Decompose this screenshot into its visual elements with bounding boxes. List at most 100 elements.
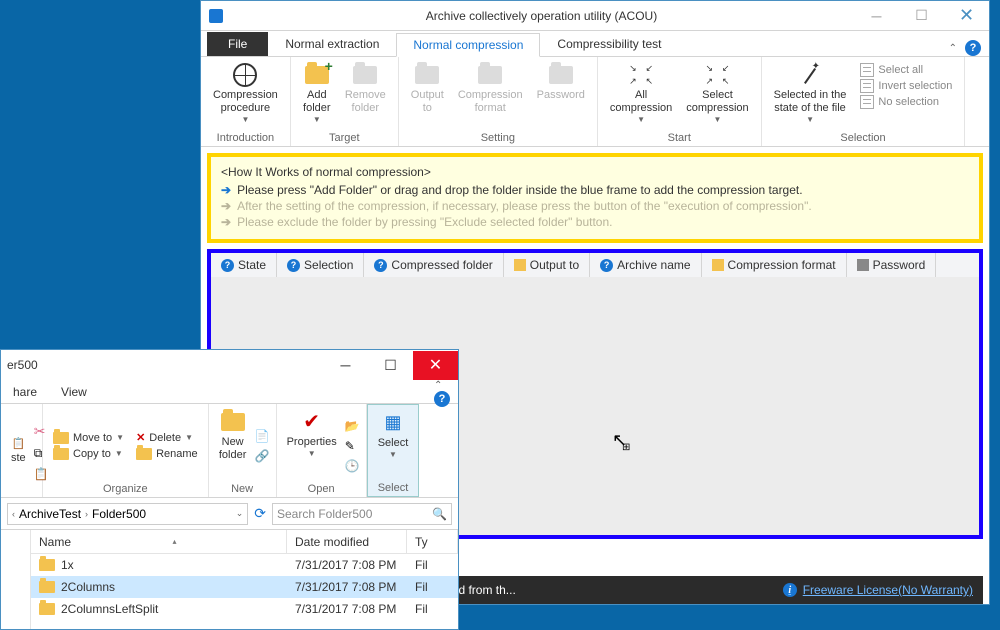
chevron-down-icon: ▼ bbox=[313, 115, 321, 125]
sort-asc-icon: ▴ bbox=[173, 537, 177, 546]
select-all-button[interactable]: Select all bbox=[860, 63, 952, 77]
maximize-button[interactable]: ☐ bbox=[368, 351, 413, 380]
list-icon bbox=[860, 63, 874, 77]
ribbon-group-organize: Organize bbox=[49, 483, 202, 495]
move-to-button[interactable]: Move to▼ bbox=[49, 431, 128, 445]
search-input[interactable]: Search Folder500 🔍 bbox=[272, 503, 452, 525]
tab-normal-compression[interactable]: Normal compression bbox=[396, 33, 540, 57]
acou-ribbon: Compression procedure ▼ Introduction Add… bbox=[201, 57, 989, 147]
maximize-button[interactable]: ☐ bbox=[899, 2, 944, 30]
chevron-down-icon: ▼ bbox=[714, 115, 722, 125]
col-output-to[interactable]: Output to bbox=[504, 253, 590, 277]
ribbon-group-introduction: Introduction bbox=[209, 130, 282, 144]
add-folder-button[interactable]: Add folder ▼ bbox=[299, 61, 335, 127]
check-icon: ✔ bbox=[303, 410, 320, 434]
info-icon: ? bbox=[374, 259, 387, 272]
list-header: Name▴ Date modified Ty bbox=[31, 530, 458, 554]
rename-icon bbox=[136, 448, 152, 460]
history-icon[interactable]: 🕒 bbox=[345, 459, 360, 473]
folder-icon bbox=[39, 581, 55, 593]
close-button[interactable]: ✕ bbox=[944, 2, 989, 30]
copy-to-button[interactable]: Copy to▼ bbox=[49, 447, 128, 461]
arrow-icon: ➔ bbox=[221, 183, 231, 197]
tab-share[interactable]: hare bbox=[1, 385, 49, 399]
ribbon-group-new: New bbox=[215, 483, 270, 495]
help-icon[interactable]: ? bbox=[965, 40, 981, 56]
info-icon: ? bbox=[600, 259, 613, 272]
ribbon-group-open: Open bbox=[283, 483, 360, 495]
info-icon: ? bbox=[287, 259, 300, 272]
clipboard-icon: 📋 bbox=[11, 438, 25, 451]
ribbon-group-selection: Selection bbox=[770, 130, 957, 144]
rename-button[interactable]: Rename bbox=[132, 447, 202, 461]
select-button[interactable]: ▦ Select ▼ bbox=[374, 409, 413, 482]
folder-remove-icon bbox=[353, 66, 377, 84]
folder-icon bbox=[514, 259, 526, 271]
selected-in-file-button[interactable]: Selected in the state of the file ▼ bbox=[770, 61, 851, 127]
delete-button[interactable]: ✕Delete▼ bbox=[132, 430, 202, 445]
col-compression-format[interactable]: Compression format bbox=[702, 253, 847, 277]
list-row[interactable]: 2ColumnsLeftSplit 7/31/2017 7:08 PM Fil bbox=[31, 598, 458, 620]
invert-selection-button[interactable]: Invert selection bbox=[860, 79, 952, 93]
tab-view[interactable]: View bbox=[49, 385, 99, 399]
col-state[interactable]: ?State bbox=[211, 253, 277, 277]
col-name[interactable]: Name▴ bbox=[31, 530, 287, 553]
ribbon-collapse-icon[interactable]: ⌃ bbox=[949, 43, 957, 54]
arrow-icon: ➔ bbox=[221, 199, 231, 213]
arrows-in-icon: ↘↙↗↖ bbox=[705, 63, 729, 87]
compression-format-button: Compression format bbox=[454, 61, 527, 117]
acou-titlebar: Archive collectively operation utility (… bbox=[201, 1, 989, 31]
col-type[interactable]: Ty bbox=[407, 530, 458, 553]
new-item-icon[interactable]: 📄 bbox=[255, 429, 270, 443]
chevron-icon: ‹ bbox=[12, 509, 15, 519]
globe-icon bbox=[233, 63, 257, 87]
properties-button[interactable]: ✔ Properties ▼ bbox=[283, 408, 341, 483]
folder-icon bbox=[39, 603, 55, 615]
col-date[interactable]: Date modified bbox=[287, 530, 407, 553]
chevron-down-icon[interactable]: ⌄ bbox=[236, 508, 244, 519]
new-folder-button[interactable]: New folder bbox=[215, 408, 251, 483]
ribbon-group-start: Start bbox=[606, 130, 753, 144]
info-icon: i bbox=[783, 583, 797, 597]
password-button: Password bbox=[533, 61, 589, 104]
tab-file[interactable]: File bbox=[207, 32, 268, 56]
lock-icon bbox=[549, 66, 573, 84]
chevron-down-icon: ▼ bbox=[806, 115, 814, 125]
explorer-tree-pane[interactable] bbox=[1, 530, 31, 629]
breadcrumb[interactable]: ‹ ArchiveTest › Folder500 ⌄ bbox=[7, 503, 248, 525]
col-archive-name[interactable]: ?Archive name bbox=[590, 253, 701, 277]
acou-app-icon bbox=[209, 9, 223, 23]
col-compressed-folder[interactable]: ?Compressed folder bbox=[364, 253, 503, 277]
minimize-button[interactable]: ─ bbox=[854, 2, 899, 30]
tab-normal-extraction[interactable]: Normal extraction bbox=[268, 32, 396, 56]
open-icon[interactable]: 📂 bbox=[345, 419, 360, 433]
select-compression-button[interactable]: ↘↙↗↖ Select compression ▼ bbox=[682, 61, 752, 127]
info-icon: ? bbox=[221, 259, 234, 272]
paste-button[interactable]: 📋 ste bbox=[7, 436, 30, 466]
chevron-down-icon: ▼ bbox=[241, 115, 249, 125]
all-compression-button[interactable]: ↘↙↗↖ All compression ▼ bbox=[606, 61, 676, 127]
minimize-button[interactable]: ─ bbox=[323, 351, 368, 380]
no-selection-button[interactable]: No selection bbox=[860, 95, 952, 109]
col-password[interactable]: Password bbox=[847, 253, 937, 277]
ribbon-group-select: Select bbox=[374, 482, 413, 494]
close-button[interactable]: ✕ bbox=[413, 351, 458, 380]
explorer-window: er500 ─ ☐ ✕ hare View ⌃ ? 📋 ste ✂ ⧉ bbox=[0, 349, 459, 630]
list-row[interactable]: 1x 7/31/2017 7:08 PM Fil bbox=[31, 554, 458, 576]
tab-compressibility-test[interactable]: Compressibility test bbox=[540, 32, 678, 56]
refresh-button[interactable]: ⟳ bbox=[254, 505, 266, 522]
list-row[interactable]: 2Columns 7/31/2017 7:08 PM Fil bbox=[31, 576, 458, 598]
col-selection[interactable]: ?Selection bbox=[277, 253, 364, 277]
edit-icon[interactable]: ✎ bbox=[345, 439, 360, 453]
compression-procedure-button[interactable]: Compression procedure ▼ bbox=[209, 61, 282, 127]
easy-access-icon[interactable]: 🔗 bbox=[255, 449, 270, 463]
folder-icon bbox=[415, 66, 439, 84]
ribbon-collapse-icon[interactable]: ⌃ bbox=[434, 380, 442, 391]
explorer-file-list: Name▴ Date modified Ty 1x 7/31/2017 7:08… bbox=[1, 530, 458, 629]
folder-icon bbox=[478, 66, 502, 84]
instructions-panel: <How It Works of normal compression> ➔Pl… bbox=[207, 153, 983, 243]
chevron-down-icon: ▼ bbox=[637, 115, 645, 125]
explorer-ribbon: 📋 ste ✂ ⧉ 📋 Move to▼ Copy to▼ ✕Delete bbox=[1, 404, 458, 498]
folder-icon bbox=[53, 448, 69, 460]
license-link[interactable]: iFreeware License(No Warranty) bbox=[783, 583, 973, 597]
